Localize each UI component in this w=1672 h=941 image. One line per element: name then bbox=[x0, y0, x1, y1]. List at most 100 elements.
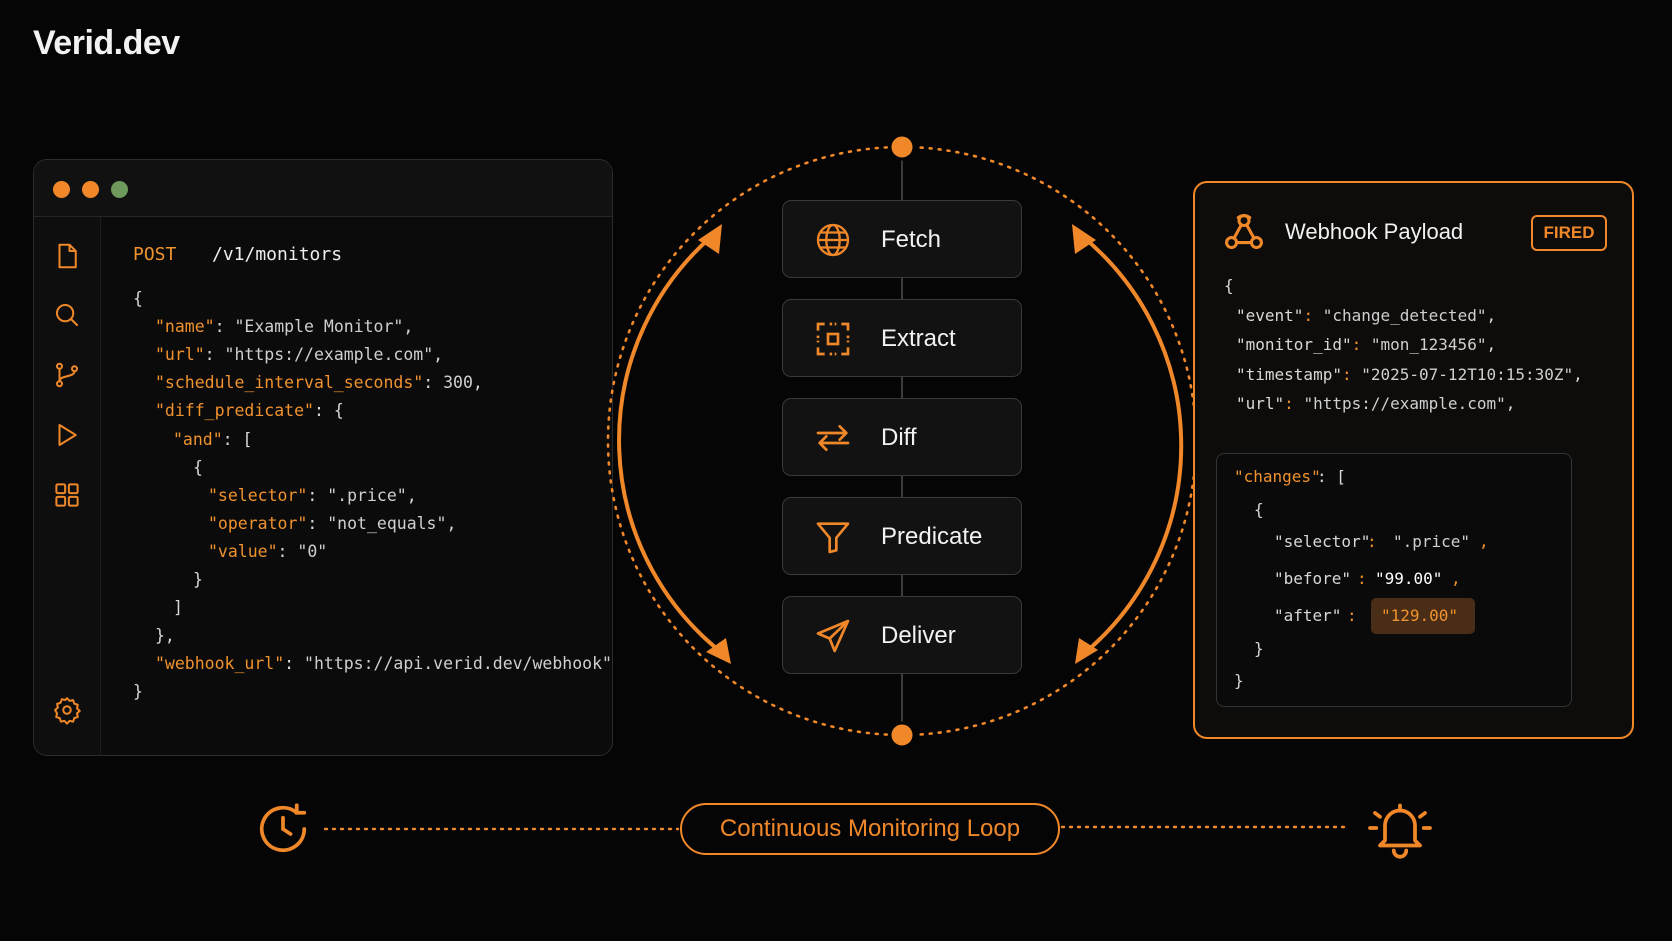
code-punct: : bbox=[423, 373, 444, 393]
selector-key: "selector" bbox=[1274, 532, 1371, 551]
code-line: "selector": ".price", bbox=[208, 486, 417, 505]
code-line: "and": [ bbox=[173, 430, 252, 449]
git-branch-icon[interactable] bbox=[52, 360, 82, 390]
api-request-editor: POST /v1/monitors {"name": "Example Moni… bbox=[33, 159, 613, 756]
step-diff[interactable]: Diff bbox=[782, 398, 1022, 476]
window-minimize-button[interactable] bbox=[82, 181, 99, 198]
code-punct: { bbox=[193, 457, 203, 477]
code-value: "https://example.com" bbox=[224, 345, 434, 365]
code-key: "operator" bbox=[208, 513, 308, 533]
webhook-payload-card: Webhook Payload FIRED {"event": "change_… bbox=[1193, 181, 1634, 739]
code-punct: : bbox=[214, 317, 235, 337]
arrow-head-left-top bbox=[698, 224, 722, 254]
step-fetch[interactable]: Fetch bbox=[782, 200, 1022, 278]
changes-key: "changes" bbox=[1234, 467, 1321, 486]
search-icon[interactable] bbox=[52, 300, 82, 330]
code-key: "event" bbox=[1236, 305, 1304, 325]
after-key: "after" bbox=[1274, 606, 1342, 625]
filter-icon bbox=[813, 517, 853, 557]
window-close-button[interactable] bbox=[53, 181, 70, 198]
selector-value: ".price" bbox=[1393, 532, 1471, 551]
code-line: "webhook_url": "https://api.verid.dev/we… bbox=[155, 654, 612, 673]
before-key: "before" bbox=[1274, 569, 1352, 588]
file-icon[interactable] bbox=[52, 241, 82, 271]
code-key: "and" bbox=[173, 429, 223, 449]
code-key: "selector" bbox=[208, 485, 308, 505]
before-value: "99.00" bbox=[1375, 569, 1443, 588]
code-value: "2025-07-12T10:15:30Z" bbox=[1361, 364, 1574, 384]
loop-node-bottom bbox=[888, 721, 916, 749]
code-punct: } bbox=[193, 570, 203, 589]
code-value: "not_equals" bbox=[327, 513, 447, 533]
code-line: "operator": "not_equals", bbox=[208, 514, 456, 533]
editor-sidebar bbox=[34, 217, 101, 755]
payload-line: "timestamp": "2025-07-12T10:15:30Z", bbox=[1236, 365, 1583, 384]
code-punct: , bbox=[472, 373, 483, 393]
play-icon[interactable] bbox=[52, 420, 82, 450]
comma: , bbox=[1451, 569, 1461, 588]
code-punct: , bbox=[406, 485, 417, 505]
loop-node-top bbox=[888, 133, 916, 161]
changes-open: : [ bbox=[1317, 467, 1346, 486]
code-punct: : bbox=[1351, 335, 1371, 354]
step-predicate[interactable]: Predicate bbox=[782, 497, 1022, 575]
code-punct: : bbox=[307, 485, 328, 505]
code-line: "url": "https://example.com", bbox=[155, 345, 443, 364]
payload-line: "url": "https://example.com", bbox=[1236, 394, 1515, 413]
code-line: "value": "0" bbox=[208, 542, 327, 561]
code-key: "value" bbox=[208, 541, 278, 561]
change-object-close: } bbox=[1254, 639, 1264, 658]
code-key: "schedule_interval_seconds" bbox=[155, 373, 424, 393]
code-key: "url" bbox=[155, 345, 205, 365]
code-punct: : [ bbox=[222, 429, 253, 449]
code-line: "diff_predicate": { bbox=[155, 401, 344, 420]
code-line: { bbox=[133, 289, 143, 308]
code-punct: : bbox=[284, 654, 305, 674]
bell-icon bbox=[1365, 796, 1435, 860]
after-value: "129.00" bbox=[1381, 606, 1459, 625]
step-label: Predicate bbox=[881, 523, 983, 550]
arrow-head-right-bottom bbox=[1075, 638, 1098, 664]
code-value: "Example Monitor" bbox=[234, 317, 404, 337]
step-deliver[interactable]: Deliver bbox=[782, 596, 1022, 674]
code-punct: ] bbox=[173, 598, 183, 618]
code-value: "https://api.verid.dev/webhook" bbox=[304, 654, 612, 674]
code-punct: { bbox=[133, 289, 143, 308]
code-punct: : bbox=[1341, 364, 1362, 384]
step-extract[interactable]: Extract bbox=[782, 299, 1022, 377]
code-punct: , bbox=[433, 345, 444, 365]
payload-line: { bbox=[1224, 276, 1234, 295]
colon: : bbox=[1347, 606, 1367, 625]
send-icon bbox=[813, 616, 853, 656]
left-loop-arc bbox=[617, 234, 728, 658]
step-label: Deliver bbox=[881, 622, 956, 649]
code-punct: }, bbox=[155, 626, 175, 646]
window-maximize-button[interactable] bbox=[111, 181, 128, 198]
endpoint-path: /v1/monitors bbox=[212, 244, 343, 265]
code-punct: : bbox=[307, 513, 328, 533]
code-line: } bbox=[133, 682, 143, 701]
colon: : bbox=[1367, 532, 1387, 551]
code-punct: : bbox=[1284, 394, 1304, 413]
step-label: Diff bbox=[881, 424, 917, 451]
code-value: ".price" bbox=[327, 485, 407, 505]
window-titlebar bbox=[34, 160, 612, 217]
code-value: "0" bbox=[297, 541, 328, 561]
code-punct: , bbox=[1486, 305, 1497, 325]
payload-line: "monitor_id": "mon_123456", bbox=[1236, 335, 1496, 354]
settings-icon[interactable] bbox=[52, 695, 82, 725]
code-punct: : bbox=[204, 345, 225, 365]
code-punct: } bbox=[133, 682, 143, 702]
code-punct: , bbox=[1486, 335, 1497, 354]
request-code: POST /v1/monitors {"name": "Example Moni… bbox=[100, 217, 612, 755]
code-key: "url" bbox=[1236, 394, 1285, 413]
grid-icon[interactable] bbox=[52, 480, 82, 510]
code-value: 300 bbox=[443, 373, 473, 393]
code-value: "change_detected" bbox=[1322, 305, 1487, 325]
clock-refresh-icon bbox=[253, 799, 313, 859]
arrow-head-left-bottom bbox=[706, 638, 731, 664]
changes-block: "changes" : [ { "selector" : ".price" , … bbox=[1216, 453, 1572, 707]
code-line: { bbox=[193, 458, 203, 477]
code-line: ] bbox=[173, 598, 183, 617]
code-line: }, bbox=[155, 626, 175, 645]
